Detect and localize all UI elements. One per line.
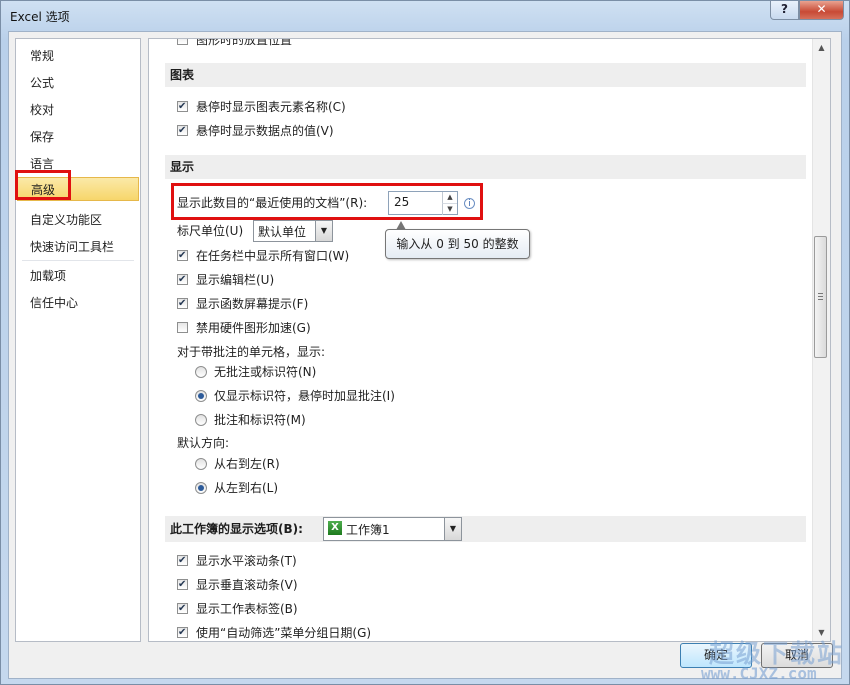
checkbox[interactable] [177, 39, 188, 45]
nav-item-quick-access-toolbar[interactable]: 快速访问工具栏 [17, 235, 139, 259]
chevron-down-icon[interactable]: ▼ [444, 518, 461, 540]
watermark-url: www.CJXZ.com [701, 664, 817, 683]
spin-down-arrow-icon[interactable]: ▼ [442, 203, 457, 215]
checkbox[interactable] [177, 295, 188, 313]
checkbox-label: 显示垂直滚动条(V) [196, 578, 298, 592]
nav-item-general[interactable]: 常规 [17, 44, 139, 68]
info-icon: i [464, 198, 475, 209]
nav-item-advanced[interactable]: 高级 [17, 177, 139, 201]
checkbox-label: 悬停时显示数据点的值(V) [196, 124, 334, 138]
checkbox[interactable] [177, 624, 188, 641]
checkbox[interactable] [177, 247, 188, 265]
dialog-title: Excel 选项 [10, 10, 70, 24]
radio-label: 从左到右(L) [214, 481, 279, 495]
recent-docs-label: 显示此数目的“最近使用的文档”(R): [177, 196, 368, 210]
checkbox[interactable] [177, 600, 188, 618]
checkbox[interactable] [177, 122, 188, 140]
help-button[interactable]: ? [770, 1, 799, 20]
radio-button[interactable] [195, 458, 207, 470]
radio-label: 仅显示标识符，悬停时加显批注(I) [214, 389, 395, 403]
checkbox[interactable] [177, 576, 188, 594]
radio-label: 从右到左(R) [214, 457, 280, 471]
scroll-up-arrow-icon[interactable]: ▲ [816, 42, 827, 53]
close-button[interactable]: ✕ [799, 1, 844, 20]
spinner-value: 25 [394, 195, 410, 209]
section-header-workbook-display: 此工作簿的显示选项(B): [165, 516, 806, 542]
spin-up-arrow-icon[interactable]: ▲ [442, 192, 457, 203]
nav-item-customize-ribbon[interactable]: 自定义功能区 [17, 208, 139, 232]
radio-label: 批注和标识符(M) [214, 413, 306, 427]
advanced-options-panel: 图形时的放置位置 图表 悬停时显示图表元素名称(C) 悬停时显示数据点的值(V)… [148, 38, 831, 642]
radio-button[interactable] [195, 414, 207, 426]
checkbox-label: 使用“自动筛选”菜单分组日期(G) [196, 626, 372, 640]
radio-button[interactable] [195, 390, 207, 402]
ruler-units-dropdown[interactable]: 默认单位 ▼ [253, 220, 333, 242]
checkbox-label: 显示水平滚动条(T) [196, 554, 297, 568]
vertical-scrollbar[interactable]: ▲ ▼ [812, 39, 830, 641]
title-bar: Excel 选项 ? ✕ [1, 1, 849, 31]
nav-item-trust-center[interactable]: 信任中心 [17, 291, 139, 315]
checkbox-label: 悬停时显示图表元素名称(C) [196, 100, 346, 114]
category-nav: 常规 公式 校对 保存 语言 高级 自定义功能区 快速访问工具栏 加载项 信任中… [15, 38, 141, 642]
excel-options-dialog: Excel 选项 ? ✕ 常规 公式 校对 保存 语言 高级 自定义功能区 快速… [0, 0, 850, 685]
workbook-select-dropdown[interactable]: X 工作簿1 ▼ [323, 517, 462, 541]
checkbox-label: 显示函数屏幕提示(F) [196, 297, 309, 311]
grip-line [818, 299, 823, 300]
nav-item-language[interactable]: 语言 [17, 152, 139, 176]
checkbox-label: 在任务栏中显示所有窗口(W) [196, 249, 350, 263]
default-direction-label: 默认方向: [177, 436, 230, 450]
nav-item-save[interactable]: 保存 [17, 125, 139, 149]
nav-item-formulas[interactable]: 公式 [17, 71, 139, 95]
radio-button[interactable] [195, 482, 207, 494]
radio-button[interactable] [195, 366, 207, 378]
dropdown-value: 默认单位 [258, 225, 307, 239]
checkbox[interactable] [177, 552, 188, 570]
scrollbar-thumb[interactable] [814, 236, 827, 358]
section-header-chart: 图表 [165, 63, 806, 87]
section-header-display: 显示 [165, 155, 806, 179]
checkbox-label: 显示工作表标签(B) [196, 602, 298, 616]
dialog-client-area: 常规 公式 校对 保存 语言 高级 自定义功能区 快速访问工具栏 加载项 信任中… [8, 31, 842, 679]
input-range-tooltip: 输入从 0 到 50 的整数 [385, 229, 530, 259]
chevron-down-icon[interactable]: ▼ [315, 221, 332, 241]
ruler-units-label: 标尺单位(U) [177, 224, 244, 238]
checkbox-label: 显示编辑栏(U) [196, 273, 275, 287]
checkbox-label: 禁用硬件图形加速(G) [196, 321, 311, 335]
comments-display-label: 对于带批注的单元格，显示: [177, 345, 326, 359]
nav-divider [22, 260, 134, 261]
nav-item-add-ins[interactable]: 加载项 [17, 264, 139, 288]
checkbox[interactable] [177, 271, 188, 289]
nav-item-proofing[interactable]: 校对 [17, 98, 139, 122]
site-watermark: 超级下载站 www.CJXZ.com [699, 634, 849, 684]
checkbox[interactable] [177, 98, 188, 116]
checkbox[interactable] [177, 322, 188, 333]
dropdown-value: 工作簿1 [346, 523, 390, 537]
recent-docs-count-spinner[interactable]: 25 ▲ ▼ [388, 191, 458, 215]
checkbox-label: 图形时的放置位置 [196, 38, 293, 47]
radio-label: 无批注或标识符(N) [214, 365, 317, 379]
excel-workbook-icon: X [328, 521, 342, 535]
grip-line [818, 293, 823, 294]
grip-line [818, 296, 823, 297]
